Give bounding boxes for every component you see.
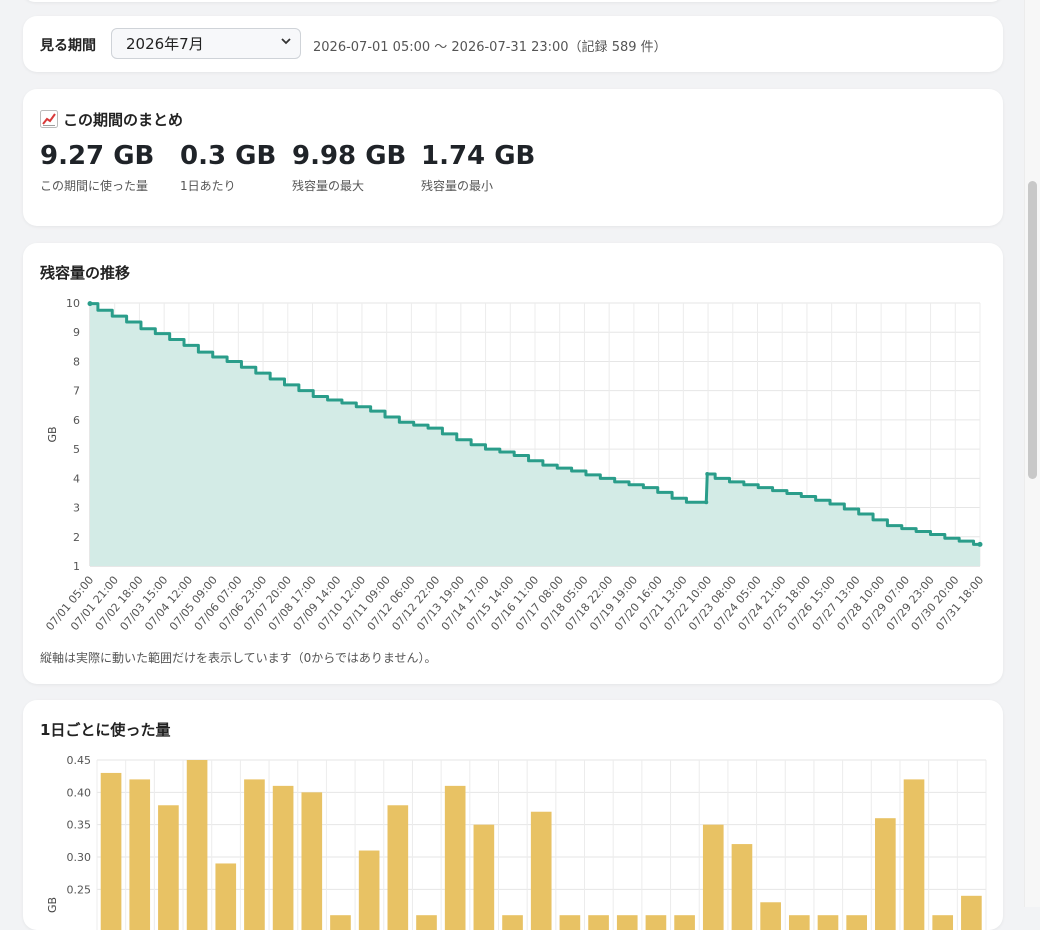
summary-title-text: この期間のまとめ bbox=[63, 111, 184, 129]
daily-usage-bar bbox=[416, 915, 437, 930]
data-point bbox=[977, 541, 983, 547]
daily-usage-bar bbox=[215, 863, 237, 930]
stat-label: 残容量の最小 bbox=[421, 179, 494, 193]
daily-usage-card: 1日ごとに使った量 0.25 0.30 0.35 0.40 0.45 GB bbox=[23, 700, 1003, 930]
daily-usage-bar bbox=[961, 895, 982, 930]
daily-usage-bar bbox=[760, 902, 781, 930]
daily-usage-bar bbox=[330, 915, 351, 930]
stat-min: 1.74 GB 残容量の最小 bbox=[421, 141, 535, 194]
period-select[interactable]: 2026年7月 bbox=[111, 28, 301, 59]
daily-usage-bar bbox=[129, 779, 151, 930]
daily-usage-bar bbox=[244, 779, 265, 930]
scrollbar-thumb[interactable] bbox=[1028, 181, 1037, 479]
daily-usage-bar bbox=[559, 915, 581, 930]
scrollbar[interactable] bbox=[1024, 0, 1040, 907]
chart-increasing-icon bbox=[40, 110, 58, 128]
y-tick-label: 4 bbox=[73, 472, 80, 485]
y-tick-label: 2 bbox=[73, 531, 80, 544]
y-tick-label: 0.25 bbox=[67, 883, 92, 896]
stat-value: 9.27 GB bbox=[40, 141, 155, 171]
stat-used: 9.27 GB この期間に使った量 bbox=[40, 141, 154, 194]
stat-value: 1.74 GB bbox=[421, 141, 536, 171]
daily-usage-bar bbox=[473, 824, 495, 930]
daily-usage-bar bbox=[387, 805, 409, 930]
daily-usage-bar bbox=[444, 785, 466, 930]
daily-usage-bar bbox=[846, 915, 867, 930]
daily-usage-bar bbox=[186, 760, 208, 930]
daily-usage-bar bbox=[616, 915, 638, 930]
y-tick-label: 8 bbox=[73, 355, 80, 368]
stat-max: 9.98 GB 残容量の最大 bbox=[292, 141, 406, 194]
stat-label: 1日あたり bbox=[180, 179, 236, 193]
y-tick-label: 0.40 bbox=[67, 786, 92, 799]
y-tick-label: 0.30 bbox=[67, 851, 92, 864]
y-tick-label: 6 bbox=[73, 414, 80, 427]
daily-usage-bar bbox=[817, 915, 839, 930]
period-range-text: 2026-07-01 05:00 〜 2026-07-31 23:00（記録 5… bbox=[313, 40, 667, 55]
remaining-chart-note: 縦軸は実際に動いた範囲だけを表示しています（0からではありません）。 bbox=[40, 651, 437, 665]
y-tick-label: 10 bbox=[66, 297, 80, 310]
daily-usage-bar bbox=[530, 811, 552, 930]
remaining-chart: 1234567891007/01 05:0007/01 21:0007/02 1… bbox=[43, 297, 986, 633]
daily-usage-bar bbox=[645, 915, 667, 930]
stat-label: この期間に使った量 bbox=[40, 179, 149, 193]
daily-usage-bar bbox=[100, 772, 122, 930]
daily-usage-bar bbox=[731, 844, 753, 930]
y-tick-label: 5 bbox=[73, 443, 80, 456]
previous-card-edge bbox=[23, 0, 1003, 2]
stat-label: 残容量の最大 bbox=[292, 179, 365, 193]
period-label: 見る期間 bbox=[40, 38, 96, 54]
daily-usage-bar bbox=[158, 805, 179, 930]
y-axis-title: GB bbox=[46, 426, 59, 442]
daily-usage-bar bbox=[502, 915, 523, 930]
daily-usage-bar bbox=[358, 850, 380, 930]
summary-title: この期間のまとめ bbox=[40, 109, 183, 130]
period-select-value: 2026年7月 bbox=[126, 35, 204, 53]
y-tick-label: 0.35 bbox=[67, 819, 92, 832]
daily-usage-bar bbox=[272, 785, 294, 930]
daily-usage-bar bbox=[702, 824, 724, 930]
y-tick-label: 0.45 bbox=[67, 754, 92, 767]
y-tick-label: 9 bbox=[73, 326, 80, 339]
remaining-chart-card: 残容量の推移 1 2 3 4 5 6 7 8 9 10 07/01 05:00 07/01 21:00… bbox=[23, 243, 1003, 684]
period-card: 見る期間 2026年7月 2026-07-01 05:00 〜 2026-07-… bbox=[23, 16, 1003, 72]
stat-value: 9.98 GB bbox=[292, 141, 407, 171]
daily-usage-chart: 0.25 0.30 0.35 0.40 0.45 GB bbox=[46, 754, 987, 930]
y-tick-label: 7 bbox=[73, 385, 80, 398]
daily-usage-bar bbox=[588, 915, 609, 930]
stat-value: 0.3 GB bbox=[180, 141, 277, 171]
data-point bbox=[705, 471, 710, 476]
y-axis-title: GB bbox=[46, 897, 59, 913]
data-point bbox=[87, 301, 93, 307]
daily-usage-bar bbox=[875, 818, 896, 930]
daily-usage-bar bbox=[788, 915, 810, 930]
y-tick-label: 1 bbox=[73, 560, 80, 573]
y-tick-label: 3 bbox=[73, 502, 80, 515]
daily-usage-bar bbox=[674, 915, 695, 930]
daily-usage-bar bbox=[903, 779, 925, 930]
daily-usage-bar bbox=[301, 792, 323, 930]
daily-usage-bar bbox=[932, 915, 954, 930]
data-point bbox=[704, 500, 709, 505]
chevron-down-icon bbox=[280, 35, 292, 50]
summary-card: この期間のまとめ 9.27 GB この期間に使った量 0.3 GB 1日あたり … bbox=[23, 89, 1003, 226]
stat-per-day: 0.3 GB 1日あたり bbox=[180, 141, 276, 194]
